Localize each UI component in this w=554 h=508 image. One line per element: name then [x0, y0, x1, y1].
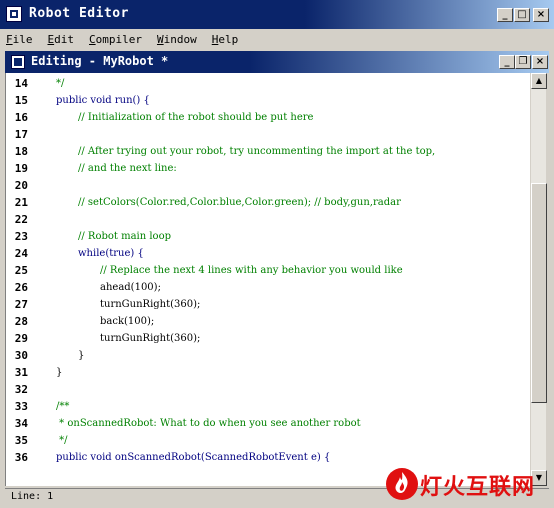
code-line[interactable]: // Replace the next 4 lines with any beh…: [100, 264, 403, 278]
menu-help[interactable]: Help: [210, 33, 241, 46]
line-number: 33: [14, 400, 28, 413]
line-number: 25: [14, 264, 28, 277]
minimize-button[interactable]: _: [497, 8, 513, 22]
close-button[interactable]: ×: [533, 8, 549, 22]
code-line[interactable]: /**: [56, 400, 69, 414]
maximize-icon: □: [517, 9, 527, 20]
line-number: 24: [14, 247, 28, 260]
line-number: 30: [14, 349, 28, 362]
editor-icon[interactable]: [11, 55, 25, 69]
code-line[interactable]: // Initialization of the robot should be…: [78, 111, 313, 125]
line-number: 27: [14, 298, 28, 311]
menu-compiler[interactable]: Compiler: [87, 33, 144, 46]
line-number: 36: [14, 451, 28, 464]
code-line[interactable]: while(true) {: [78, 247, 144, 261]
editor-close-button[interactable]: ×: [532, 55, 548, 69]
app-titlebar[interactable]: Robot Editor _ □ ×: [0, 0, 554, 29]
line-number: 32: [14, 383, 28, 396]
line-number: 16: [14, 111, 28, 124]
code-line[interactable]: // and the next line:: [78, 162, 177, 176]
editor-title: Editing - MyRobot *: [31, 54, 169, 68]
watermark-text: 灯火互联网: [420, 475, 536, 500]
minimize-icon: _: [502, 9, 508, 20]
vertical-scrollbar[interactable]: ▲ ▼: [530, 73, 547, 486]
line-indicator: Line: 1: [11, 491, 54, 502]
line-number: 34: [14, 417, 28, 430]
watermark-logo: 灯火互联网: [384, 462, 554, 508]
editor-restore-button[interactable]: ❐: [515, 55, 531, 69]
restore-icon: ❐: [518, 56, 528, 67]
line-number: 17: [14, 128, 28, 141]
line-number: 22: [14, 213, 28, 226]
menu-file[interactable]: File: [4, 33, 35, 46]
scroll-up-arrow-icon[interactable]: ▲: [531, 73, 547, 89]
line-number: 21: [14, 196, 28, 209]
editor-minimize-button[interactable]: _: [499, 55, 515, 69]
line-number: 35: [14, 434, 28, 447]
editor-titlebar[interactable]: Editing - MyRobot * _ ❐ ×: [5, 51, 549, 73]
line-number: 15: [14, 94, 28, 107]
code-line[interactable]: turnGunRight(360);: [100, 298, 200, 312]
line-number: 18: [14, 145, 28, 158]
code-editor[interactable]: 14 */ 15 public void run() { 16 // Initializa…: [5, 73, 530, 486]
code-line[interactable]: // setColors(Color.red,Color.blue,Color.…: [78, 196, 401, 210]
scroll-thumb[interactable]: [531, 183, 547, 403]
flame-logo-icon: [386, 468, 418, 500]
code-line[interactable]: public void run() {: [56, 94, 150, 108]
code-line[interactable]: ahead(100);: [100, 281, 161, 295]
app-icon[interactable]: [6, 6, 22, 22]
minimize-icon: _: [504, 56, 510, 67]
menu-bar: File Edit Compiler Window Help: [0, 29, 554, 49]
close-icon: ×: [536, 9, 546, 20]
code-line[interactable]: */: [56, 434, 67, 448]
code-line[interactable]: * onScannedRobot: What to do when you se…: [56, 417, 360, 431]
close-icon: ×: [535, 56, 545, 67]
code-line[interactable]: */: [56, 77, 64, 91]
code-line[interactable]: // Robot main loop: [78, 230, 171, 244]
code-line[interactable]: back(100);: [100, 315, 154, 329]
code-line[interactable]: turnGunRight(360);: [100, 332, 200, 346]
maximize-button[interactable]: □: [514, 8, 530, 22]
line-number: 26: [14, 281, 28, 294]
code-line[interactable]: }: [78, 349, 84, 363]
line-number: 14: [14, 77, 28, 90]
code-line[interactable]: // After trying out your robot, try unco…: [78, 145, 435, 159]
line-number: 31: [14, 366, 28, 379]
line-number: 29: [14, 332, 28, 345]
code-line[interactable]: }: [56, 366, 62, 380]
menu-window[interactable]: Window: [155, 33, 199, 46]
line-number: 20: [14, 179, 28, 192]
line-number: 23: [14, 230, 28, 243]
code-line[interactable]: public void onScannedRobot(ScannedRobotE…: [56, 451, 330, 465]
line-number: 19: [14, 162, 28, 175]
app-title: Robot Editor: [29, 6, 129, 21]
line-number: 28: [14, 315, 28, 328]
menu-edit[interactable]: Edit: [46, 33, 77, 46]
